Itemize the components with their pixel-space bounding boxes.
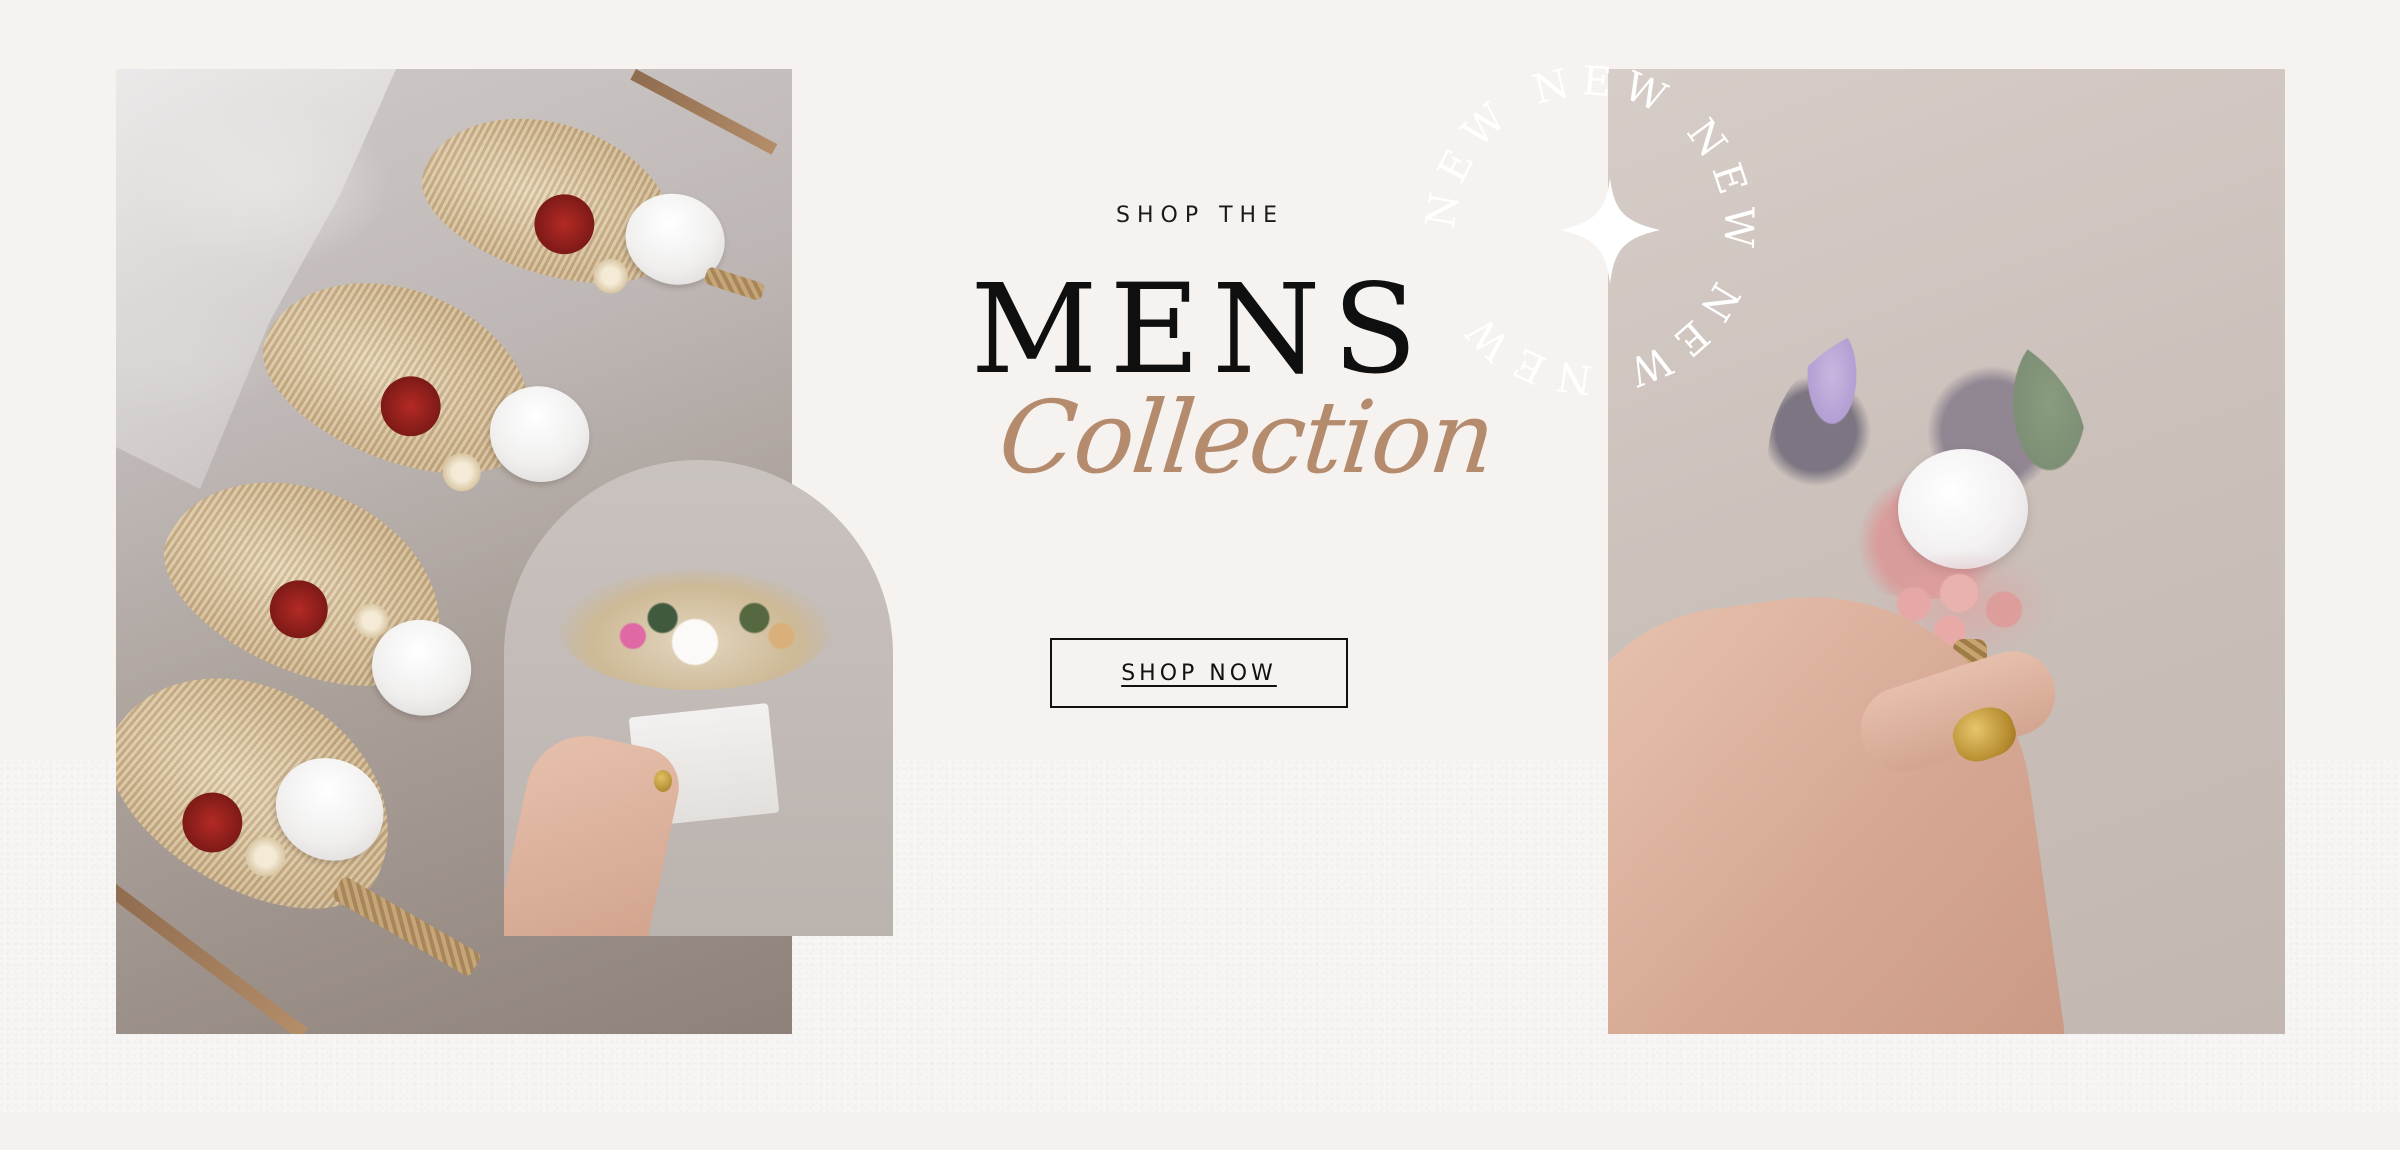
bottom-strip xyxy=(0,1112,2400,1150)
new-badge-svg: NEW NEW NEW NEW NEW xyxy=(1418,58,1752,402)
shop-now-label: SHOP NOW xyxy=(1121,660,1277,686)
new-badge: NEW NEW NEW NEW NEW xyxy=(1418,58,1760,402)
arch-gold-nail xyxy=(654,770,672,792)
eyebrow-shop-the: SHOP THE xyxy=(1116,203,1284,228)
arch-photo-boutonniere-box xyxy=(504,460,893,936)
arch-flower-arrangement xyxy=(560,570,830,690)
arch-hand xyxy=(504,724,687,936)
shop-now-button[interactable]: SHOP NOW xyxy=(1050,638,1348,708)
sparkle-icon xyxy=(1560,178,1660,284)
headline-mens: MENS xyxy=(970,258,1430,402)
script-collection: Collection xyxy=(993,379,1499,496)
